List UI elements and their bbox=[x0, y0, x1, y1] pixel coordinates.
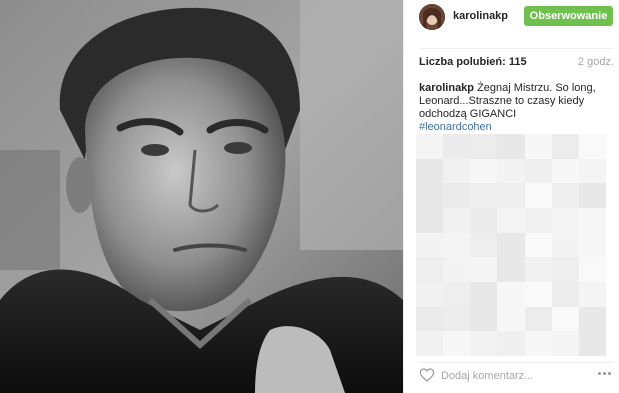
blur-cell bbox=[524, 257, 552, 282]
blur-cell bbox=[578, 306, 606, 332]
blur-cell bbox=[524, 281, 552, 307]
hashtag-link[interactable]: #leonardcohen bbox=[419, 121, 614, 134]
blur-cell bbox=[443, 257, 471, 282]
blur-cell bbox=[524, 158, 552, 184]
blur-cell bbox=[443, 232, 471, 258]
blur-cell bbox=[416, 183, 444, 208]
blur-cell bbox=[551, 232, 579, 258]
comment-input[interactable] bbox=[441, 366, 581, 386]
blur-cell bbox=[578, 134, 606, 159]
blur-cell bbox=[578, 331, 606, 356]
blur-cell bbox=[524, 306, 552, 332]
blur-cell bbox=[551, 134, 579, 159]
avatar-image bbox=[419, 4, 445, 30]
blur-cell bbox=[524, 232, 552, 258]
blur-cell bbox=[524, 207, 552, 233]
blur-cell bbox=[416, 281, 444, 307]
blur-cell bbox=[497, 134, 525, 159]
blur-cell bbox=[443, 183, 471, 208]
blur-cell bbox=[578, 232, 606, 258]
blur-cell bbox=[551, 306, 579, 332]
blur-cell bbox=[416, 331, 444, 356]
blur-cell bbox=[470, 331, 498, 356]
blur-cell bbox=[551, 331, 579, 356]
blur-cell bbox=[497, 281, 525, 307]
blur-cell bbox=[524, 331, 552, 356]
post-side-panel: karolinakp Obserwowanie Liczba polubień:… bbox=[403, 0, 619, 393]
post-time[interactable]: 2 godz. bbox=[578, 56, 614, 68]
pixelated-comments bbox=[416, 134, 606, 356]
blur-cell bbox=[416, 207, 444, 233]
blur-cell bbox=[497, 158, 525, 184]
blur-cell bbox=[470, 257, 498, 282]
instagram-post: karolinakp Obserwowanie Liczba polubień:… bbox=[0, 0, 619, 393]
username-link[interactable]: karolinakp bbox=[453, 10, 508, 22]
caption: karolinakp Żegnaj Mistrzu. So long, Leon… bbox=[419, 82, 614, 134]
portrait-image bbox=[0, 0, 403, 393]
blur-cell bbox=[443, 207, 471, 233]
blur-cell bbox=[443, 158, 471, 184]
post-header: karolinakp Obserwowanie bbox=[404, 0, 619, 36]
blur-cell bbox=[524, 134, 552, 159]
blur-cell bbox=[470, 281, 498, 307]
blur-cell bbox=[470, 232, 498, 258]
blur-cell bbox=[416, 257, 444, 282]
follow-button[interactable]: Obserwowanie bbox=[524, 6, 613, 26]
avatar[interactable] bbox=[419, 4, 445, 30]
blur-cell bbox=[416, 232, 444, 258]
comment-row bbox=[419, 366, 614, 388]
blur-cell bbox=[578, 257, 606, 282]
blur-cell bbox=[497, 207, 525, 233]
blur-cell bbox=[470, 158, 498, 184]
blur-cell bbox=[578, 207, 606, 233]
blur-cell bbox=[551, 207, 579, 233]
more-options-icon[interactable] bbox=[598, 372, 614, 378]
blur-cell bbox=[470, 183, 498, 208]
blur-cell bbox=[470, 207, 498, 233]
caption-username[interactable]: karolinakp bbox=[419, 82, 474, 94]
blur-cell bbox=[470, 306, 498, 332]
stats-row: Liczba polubień: 115 2 godz. bbox=[419, 56, 614, 72]
blur-cell bbox=[578, 281, 606, 307]
divider bbox=[419, 48, 614, 49]
blur-cell bbox=[497, 232, 525, 258]
blur-cell bbox=[416, 306, 444, 332]
blur-cell bbox=[416, 134, 444, 159]
post-photo[interactable] bbox=[0, 0, 403, 393]
heart-icon[interactable] bbox=[419, 367, 435, 383]
blur-cell bbox=[416, 158, 444, 184]
blur-cell bbox=[470, 134, 498, 159]
divider bbox=[419, 362, 614, 363]
blur-cell bbox=[443, 281, 471, 307]
blur-cell bbox=[443, 331, 471, 356]
blur-cell bbox=[497, 306, 525, 332]
blur-cell bbox=[497, 183, 525, 208]
blur-cell bbox=[578, 183, 606, 208]
blur-cell bbox=[551, 183, 579, 208]
likes-count[interactable]: Liczba polubień: 115 bbox=[419, 56, 527, 68]
blur-cell bbox=[497, 331, 525, 356]
blur-cell bbox=[578, 158, 606, 184]
blur-cell bbox=[551, 158, 579, 184]
blur-cell bbox=[497, 257, 525, 282]
blur-cell bbox=[551, 281, 579, 307]
blur-cell bbox=[524, 183, 552, 208]
blur-cell bbox=[551, 257, 579, 282]
blur-cell bbox=[443, 134, 471, 159]
blur-cell bbox=[443, 306, 471, 332]
